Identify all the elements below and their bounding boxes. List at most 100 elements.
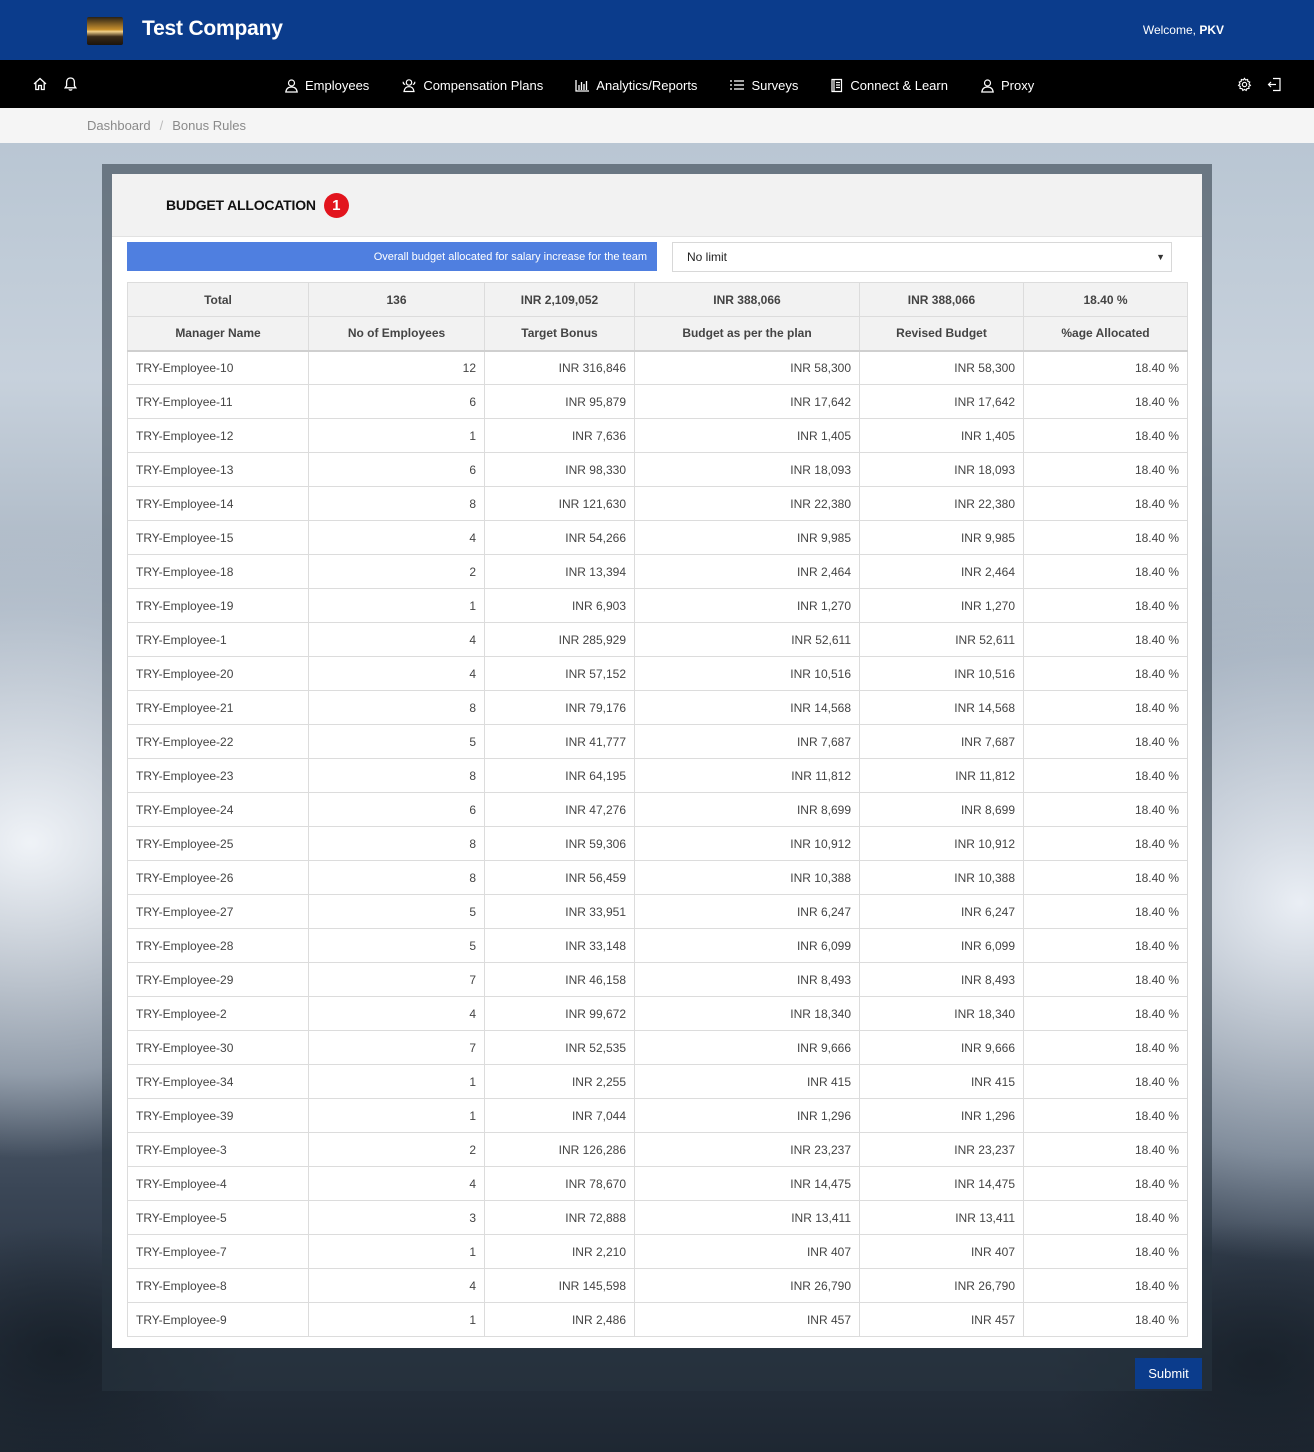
table-cell: INR 22,380 [859,486,1024,521]
table-cell: 6 [308,452,485,487]
table-row: TRY-Employee-14 8 INR 121,630 INR 22,380 INR… [127,486,1188,521]
table-cell: INR 33,951 [484,894,635,929]
home-icon[interactable] [28,72,52,96]
manager-name-cell: TRY-Employee-29 [127,962,309,997]
table-cell: INR 54,266 [484,520,635,555]
column-header[interactable]: Manager Name [127,316,309,352]
manager-name-cell: TRY-Employee-39 [127,1098,309,1133]
budget-limit-select[interactable]: No limit ▼ [672,242,1172,272]
table-row: TRY-Employee-25 8 INR 59,306 INR 10,912 INR … [127,826,1188,861]
table-cell: 6 [308,792,485,827]
table-cell: 18.40 % [1023,758,1188,793]
table-cell: INR 1,296 [634,1098,860,1133]
nav-item-label: Surveys [751,77,799,93]
table-cell: INR 1,405 [859,418,1024,453]
table-cell: 4 [308,622,485,657]
table-cell: INR 52,535 [484,1030,635,1065]
table-cell: INR 18,340 [859,996,1024,1031]
totals-cell: INR 388,066 [634,282,860,317]
table-cell: INR 8,493 [859,962,1024,997]
nav-item-surveys[interactable]: Surveys [729,76,798,93]
manager-name-cell: TRY-Employee-5 [127,1200,309,1235]
table-row: TRY-Employee-20 4 INR 57,152 INR 10,516 INR … [127,656,1188,691]
table-row: TRY-Employee-4 4 INR 78,670 INR 14,475 INR 1… [127,1166,1188,1201]
table-row: TRY-Employee-5 3 INR 72,888 INR 13,411 INR 1… [127,1200,1188,1235]
table-cell: INR 6,099 [634,928,860,963]
nav-item-employees[interactable]: Employees [284,76,369,93]
nav-item-analytics-reports[interactable]: Analytics/Reports [575,76,697,93]
table-cell: 4 [308,1268,485,1303]
table-cell: 18.40 % [1023,894,1188,929]
table-row: TRY-Employee-22 5 INR 41,777 INR 7,687 INR 7… [127,724,1188,759]
table-cell: 18.40 % [1023,1302,1188,1337]
table-cell: 5 [308,724,485,759]
table-row: TRY-Employee-13 6 INR 98,330 INR 18,093 INR … [127,452,1188,487]
table-cell: 1 [308,588,485,623]
table-cell: INR 10,388 [859,860,1024,895]
table-cell: INR 2,486 [484,1302,635,1337]
manager-name-cell: TRY-Employee-4 [127,1166,309,1201]
book-icon [830,78,844,93]
table-row: TRY-Employee-7 1 INR 2,210 INR 407 INR 407 18… [127,1234,1188,1269]
users-icon [401,78,417,93]
table-cell: 4 [308,520,485,555]
table-row: TRY-Employee-26 8 INR 56,459 INR 10,388 INR … [127,860,1188,895]
budget-allocation-card: BUDGET ALLOCATION 1 Overall budget alloc… [112,174,1202,1348]
nav-item-connect-learn[interactable]: Connect & Learn [830,76,948,93]
table-cell: INR 2,464 [859,554,1024,589]
totals-cell: 136 [308,282,485,317]
table-cell: INR 316,846 [484,350,635,385]
column-header[interactable]: Budget as per the plan [634,316,860,352]
totals-cell: Total [127,282,309,317]
table-cell: 18.40 % [1023,350,1188,385]
table-cell: INR 11,812 [634,758,860,793]
table-cell: 18.40 % [1023,1098,1188,1133]
manager-name-cell: TRY-Employee-12 [127,418,309,453]
table-cell: INR 41,777 [484,724,635,759]
table-cell: 18.40 % [1023,690,1188,725]
column-header[interactable]: %age Allocated [1023,316,1188,352]
table-cell: INR 18,340 [634,996,860,1031]
submit-button[interactable]: Submit [1135,1358,1202,1389]
manager-name-cell: TRY-Employee-11 [127,384,309,419]
manager-name-cell: TRY-Employee-10 [127,350,309,385]
budget-label: Overall budget allocated for salary incr… [127,242,657,271]
table-cell: INR 47,276 [484,792,635,827]
manager-name-cell: TRY-Employee-8 [127,1268,309,1303]
column-header[interactable]: Revised Budget [859,316,1024,352]
budget-row: Overall budget allocated for salary incr… [127,242,1172,272]
column-header[interactable]: Target Bonus [484,316,635,352]
manager-name-cell: TRY-Employee-7 [127,1234,309,1269]
table-cell: 1 [308,1234,485,1269]
table-cell: INR 415 [634,1064,860,1099]
table-cell: INR 407 [859,1234,1024,1269]
table-row: TRY-Employee-8 4 INR 145,598 INR 26,790 INR … [127,1268,1188,1303]
company-logo[interactable] [87,17,123,45]
logout-icon[interactable] [1262,72,1286,96]
breadcrumb-dashboard[interactable]: Dashboard [87,118,151,133]
bell-icon[interactable] [58,72,82,96]
column-header[interactable]: No of Employees [308,316,485,352]
table-cell: INR 8,493 [634,962,860,997]
table-cell: INR 7,687 [634,724,860,759]
table-cell: 18.40 % [1023,1268,1188,1303]
table-cell: INR 72,888 [484,1200,635,1235]
nav-item-compensation-plans[interactable]: Compensation Plans [401,76,543,93]
nav-item-proxy[interactable]: Proxy [980,76,1034,93]
user-name[interactable]: PKV [1199,23,1224,37]
table-cell: INR 17,642 [634,384,860,419]
main-nav: 0 Employees Compensation Plans Analytics… [0,60,1314,142]
table-cell: INR 6,099 [859,928,1024,963]
table-cell: 4 [308,996,485,1031]
table-cell: INR 18,093 [859,452,1024,487]
table-row: TRY-Employee-12 1 INR 7,636 INR 1,405 INR 1,… [127,418,1188,453]
table-cell: INR 14,568 [634,690,860,725]
nav-item-label: Connect & Learn [850,77,948,93]
gear-icon[interactable] [1232,72,1256,96]
company-name: Test Company [142,17,283,40]
table-cell: 8 [308,860,485,895]
table-cell: INR 126,286 [484,1132,635,1167]
table-cell: 18.40 % [1023,792,1188,827]
table-cell: INR 14,475 [859,1166,1024,1201]
table-cell: 8 [308,486,485,521]
